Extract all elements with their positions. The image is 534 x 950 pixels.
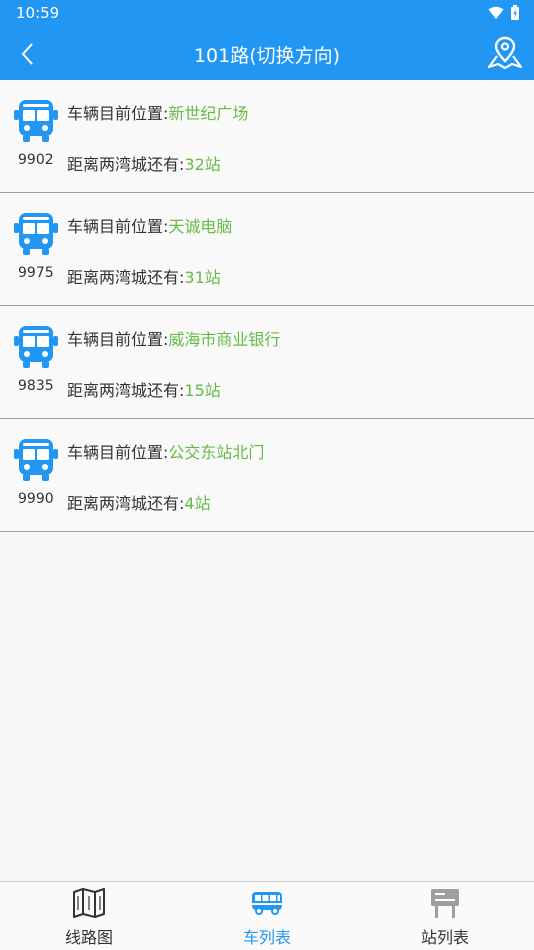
vehicle-plate: 9990 <box>18 491 54 507</box>
distance-label: 距离两湾城还有: <box>67 155 185 174</box>
wifi-icon <box>488 6 504 19</box>
vehicle-row[interactable]: 9975 车辆目前位置:天诚电脑 距离两湾城还有:31站 <box>0 193 534 306</box>
vehicle-position: 车辆目前位置:天诚电脑 <box>67 213 232 237</box>
vehicle-position: 车辆目前位置:威海市商业银行 <box>67 326 280 350</box>
tab-station-list[interactable]: 站列表 <box>356 882 534 950</box>
system-icons <box>488 5 520 21</box>
tab-label: 线路图 <box>64 928 113 947</box>
vehicle-row[interactable]: 9902 车辆目前位置:新世纪广场 距离两湾城还有:32站 <box>0 80 534 193</box>
vehicle-list: 9902 车辆目前位置:新世纪广场 距离两湾城还有:32站 9975 车辆目前位… <box>0 80 534 532</box>
bus-icon <box>14 213 58 255</box>
position-value: 威海市商业银行 <box>168 330 281 349</box>
vehicle-distance: 距离两湾城还有:31站 <box>67 264 221 288</box>
position-value: 公交东站北门 <box>168 443 265 462</box>
tab-vehicle-list[interactable]: 车列表 <box>178 882 356 950</box>
distance-label: 距离两湾城还有: <box>67 381 185 400</box>
tab-label: 车列表 <box>242 928 291 947</box>
status-time: 10:59 <box>16 4 60 22</box>
distance-value: 32站 <box>184 155 221 174</box>
map-location-icon[interactable] <box>486 34 524 72</box>
status-bar: 10:59 <box>0 0 534 28</box>
vehicle-position: 车辆目前位置:新世纪广场 <box>67 100 248 124</box>
distance-label: 距离两湾城还有: <box>67 268 185 287</box>
vehicle-row[interactable]: 9835 车辆目前位置:威海市商业银行 距离两湾城还有:15站 <box>0 306 534 419</box>
bus-icon <box>14 326 58 368</box>
vehicle-distance: 距离两湾城还有:4站 <box>67 490 211 514</box>
bus-icon <box>14 439 58 481</box>
tab-label: 站列表 <box>420 928 469 947</box>
vehicle-distance: 距离两湾城还有:15站 <box>67 377 221 401</box>
vehicle-row[interactable]: 9990 车辆目前位置:公交东站北门 距离两湾城还有:4站 <box>0 419 534 532</box>
position-label: 车辆目前位置: <box>67 443 169 462</box>
page-title[interactable]: 101路(切换方向) <box>0 41 534 68</box>
bus-icon <box>14 100 58 142</box>
distance-value: 31站 <box>184 268 221 287</box>
vehicle-plate: 9835 <box>18 378 54 394</box>
vehicle-plate: 9975 <box>18 265 54 281</box>
position-value: 新世纪广场 <box>168 104 249 123</box>
vehicle-plate: 9902 <box>18 152 54 168</box>
vehicle-distance: 距离两湾城还有:32站 <box>67 151 221 175</box>
distance-value: 15站 <box>184 381 221 400</box>
tab-route-map[interactable]: 线路图 <box>0 882 178 950</box>
distance-label: 距离两湾城还有: <box>67 494 185 513</box>
position-label: 车辆目前位置: <box>67 330 169 349</box>
station-sign-icon <box>431 889 459 918</box>
battery-icon <box>511 5 519 20</box>
bus-icon <box>252 892 282 915</box>
position-label: 车辆目前位置: <box>67 104 169 123</box>
position-value: 天诚电脑 <box>168 217 233 236</box>
vehicle-position: 车辆目前位置:公交东站北门 <box>67 439 264 463</box>
distance-value: 4站 <box>184 494 211 513</box>
app-bar: 101路(切换方向) <box>0 28 534 80</box>
position-label: 车辆目前位置: <box>67 217 169 236</box>
map-book-icon <box>73 888 105 918</box>
bottom-tab-bar: 线路图 车列表 站列表 <box>0 881 534 950</box>
